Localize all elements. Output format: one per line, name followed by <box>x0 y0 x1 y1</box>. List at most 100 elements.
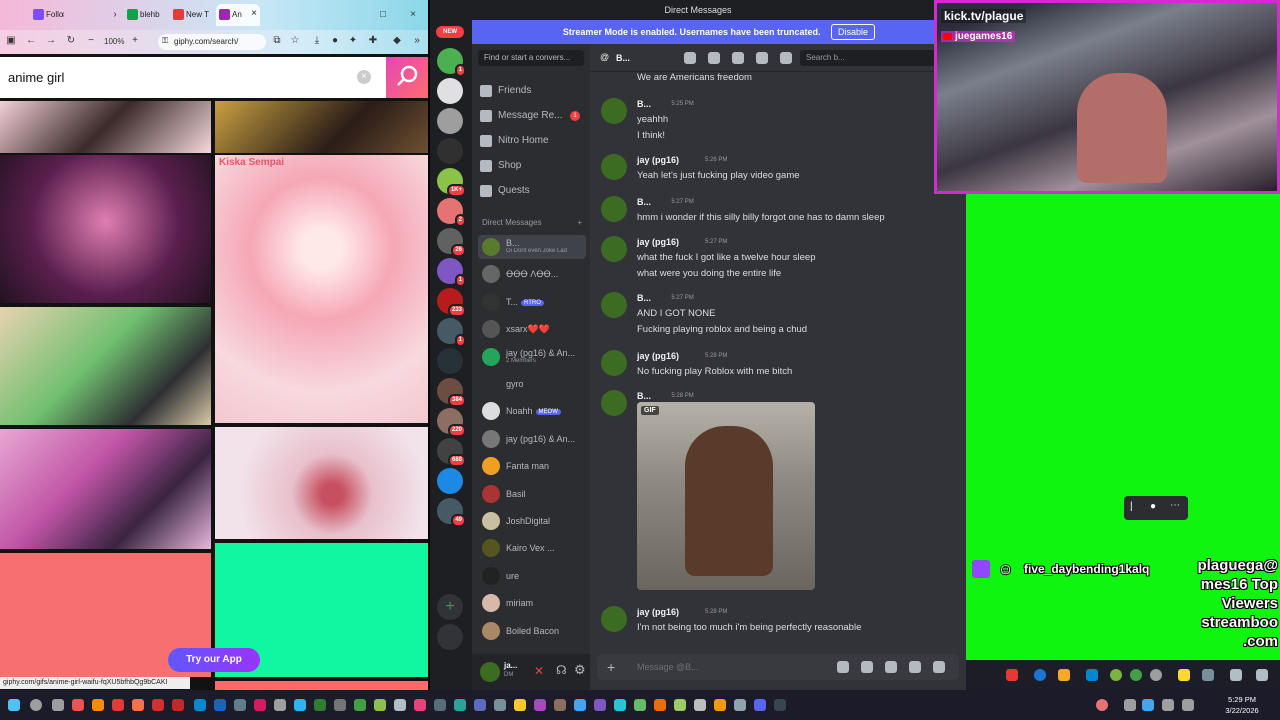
discover-icon[interactable] <box>437 624 463 650</box>
dm-item[interactable]: Noahh MEOW <box>478 399 586 423</box>
server-icon[interactable] <box>437 78 463 104</box>
add-attachment-icon[interactable]: + <box>607 659 615 675</box>
find-conversation-input[interactable]: Find or start a convers... <box>478 50 584 66</box>
server-icon[interactable]: 26 <box>437 228 466 257</box>
app-icon[interactable] <box>774 699 786 711</box>
zoom-out-icon[interactable]: − <box>84 34 98 48</box>
dm-item[interactable]: ꝊꝊꝊ ΛꝊꝊ... <box>478 262 586 286</box>
sidebar-icon[interactable]: ▣ <box>4 34 18 48</box>
app-icon[interactable] <box>694 699 706 711</box>
avatar[interactable] <box>601 98 627 124</box>
server-icon[interactable]: 1 <box>437 318 466 347</box>
app-icon[interactable] <box>274 699 286 711</box>
app-icon[interactable] <box>574 699 586 711</box>
app-icon[interactable] <box>414 699 426 711</box>
wifi-icon[interactable] <box>1182 699 1194 711</box>
app-icon[interactable] <box>594 699 606 711</box>
dm-item[interactable]: jay (pg16) & An... 2 Members <box>478 345 586 369</box>
app-icon[interactable] <box>92 699 104 711</box>
task-view-icon[interactable] <box>52 699 64 711</box>
extension-icon[interactable]: ◆ <box>390 34 404 48</box>
bookmark-star-icon[interactable]: ☆ <box>288 34 302 48</box>
server-icon[interactable]: 2 <box>437 198 466 227</box>
gif-result[interactable] <box>215 427 428 539</box>
gif-result[interactable] <box>0 101 211 153</box>
message-author[interactable]: jay (pg16) <box>637 607 679 617</box>
extensions-icon[interactable]: ✦ <box>346 34 360 48</box>
notification-icon[interactable] <box>1096 699 1108 711</box>
app-icon[interactable] <box>554 699 566 711</box>
app-icon[interactable] <box>474 699 486 711</box>
dm-item[interactable]: B... Oi Dont even Joke Lad <box>478 235 586 259</box>
server-icon[interactable]: 1 <box>437 48 466 77</box>
puzzle-icon[interactable]: ✚ <box>366 34 380 48</box>
app-icon[interactable] <box>494 699 506 711</box>
nav-item-friends[interactable]: Friends <box>480 82 584 100</box>
gif-result[interactable] <box>0 155 211 303</box>
taskbar-clock[interactable]: 5:29 PM 3/22/2026 <box>1210 694 1274 716</box>
server-icon[interactable] <box>437 348 463 374</box>
translate-icon[interactable]: ⧉ <box>270 34 284 48</box>
avatar[interactable] <box>601 390 627 416</box>
server-icon[interactable]: 1 <box>437 258 466 287</box>
browser-tab[interactable]: New T <box>170 4 210 26</box>
message-author[interactable]: jay (pg16) <box>637 237 679 247</box>
avatar[interactable] <box>480 662 500 682</box>
avatar[interactable] <box>601 196 627 222</box>
app-icon[interactable] <box>334 699 346 711</box>
badge-icon[interactable] <box>1150 669 1162 681</box>
message-composer[interactable]: + Message @B... <box>597 654 959 680</box>
app-icon[interactable] <box>434 699 446 711</box>
nav-item-nitro[interactable]: Nitro Home <box>480 132 584 150</box>
headphones-icon[interactable]: ☊ <box>556 663 567 677</box>
add-friends-icon[interactable] <box>756 52 768 64</box>
server-icon[interactable]: 220 <box>437 408 466 437</box>
message-author[interactable]: jay (pg16) <box>637 155 679 165</box>
search-input[interactable]: anime girl <box>8 70 64 85</box>
disable-button[interactable]: Disable <box>831 24 876 40</box>
avatar[interactable] <box>601 236 627 262</box>
apps-icon[interactable] <box>933 661 945 673</box>
add-server-icon[interactable]: + <box>437 594 463 620</box>
tray-icon[interactable] <box>1142 699 1154 711</box>
add-dm-icon[interactable]: + <box>577 218 582 227</box>
dm-item[interactable]: Fanta man <box>478 454 586 478</box>
maximize-icon[interactable]: □ <box>376 8 390 22</box>
app-icon[interactable] <box>112 699 124 711</box>
app-icon[interactable] <box>214 699 226 711</box>
app-icon[interactable] <box>194 699 206 711</box>
start-icon[interactable] <box>8 699 20 711</box>
dm-item[interactable]: Boiled Bacon <box>478 619 586 643</box>
chat-icon[interactable] <box>1034 669 1046 681</box>
app-icon[interactable] <box>354 699 366 711</box>
app-icon[interactable] <box>674 699 686 711</box>
back-icon[interactable]: ← <box>24 34 38 48</box>
forward-icon[interactable]: → <box>44 34 58 48</box>
gif-placeholder[interactable] <box>215 681 428 690</box>
zoom-in-icon[interactable]: + <box>128 34 142 48</box>
download-icon[interactable]: ⤓ <box>310 34 324 48</box>
app-icon[interactable] <box>714 699 726 711</box>
app-icon[interactable] <box>314 699 326 711</box>
avatar[interactable] <box>601 292 627 318</box>
close-tab-icon[interactable]: × <box>251 8 257 19</box>
dm-item[interactable]: ure <box>478 564 586 588</box>
app-icon[interactable] <box>132 699 144 711</box>
video-icon[interactable] <box>708 52 720 64</box>
bar-icon[interactable]: | <box>1130 501 1133 512</box>
chevron-down-icon[interactable] <box>1256 669 1268 681</box>
nav-item-message-requests[interactable]: Message Re... 1 <box>480 107 584 125</box>
app-icon[interactable] <box>734 699 746 711</box>
tray-arrow-icon[interactable] <box>1124 699 1136 711</box>
browser-tab[interactable]: blehb <box>124 4 160 26</box>
avatar[interactable] <box>601 350 627 376</box>
app-icon[interactable] <box>514 699 526 711</box>
server-icon[interactable] <box>437 468 463 494</box>
gif-result[interactable] <box>0 307 211 425</box>
server-icon[interactable]: 1K+ <box>437 168 466 197</box>
sticker-icon[interactable] <box>885 661 897 673</box>
message-author[interactable]: B... <box>637 293 651 303</box>
gift-icon[interactable] <box>837 661 849 673</box>
message-author[interactable]: B... <box>637 99 651 109</box>
record-icon[interactable] <box>1006 669 1018 681</box>
